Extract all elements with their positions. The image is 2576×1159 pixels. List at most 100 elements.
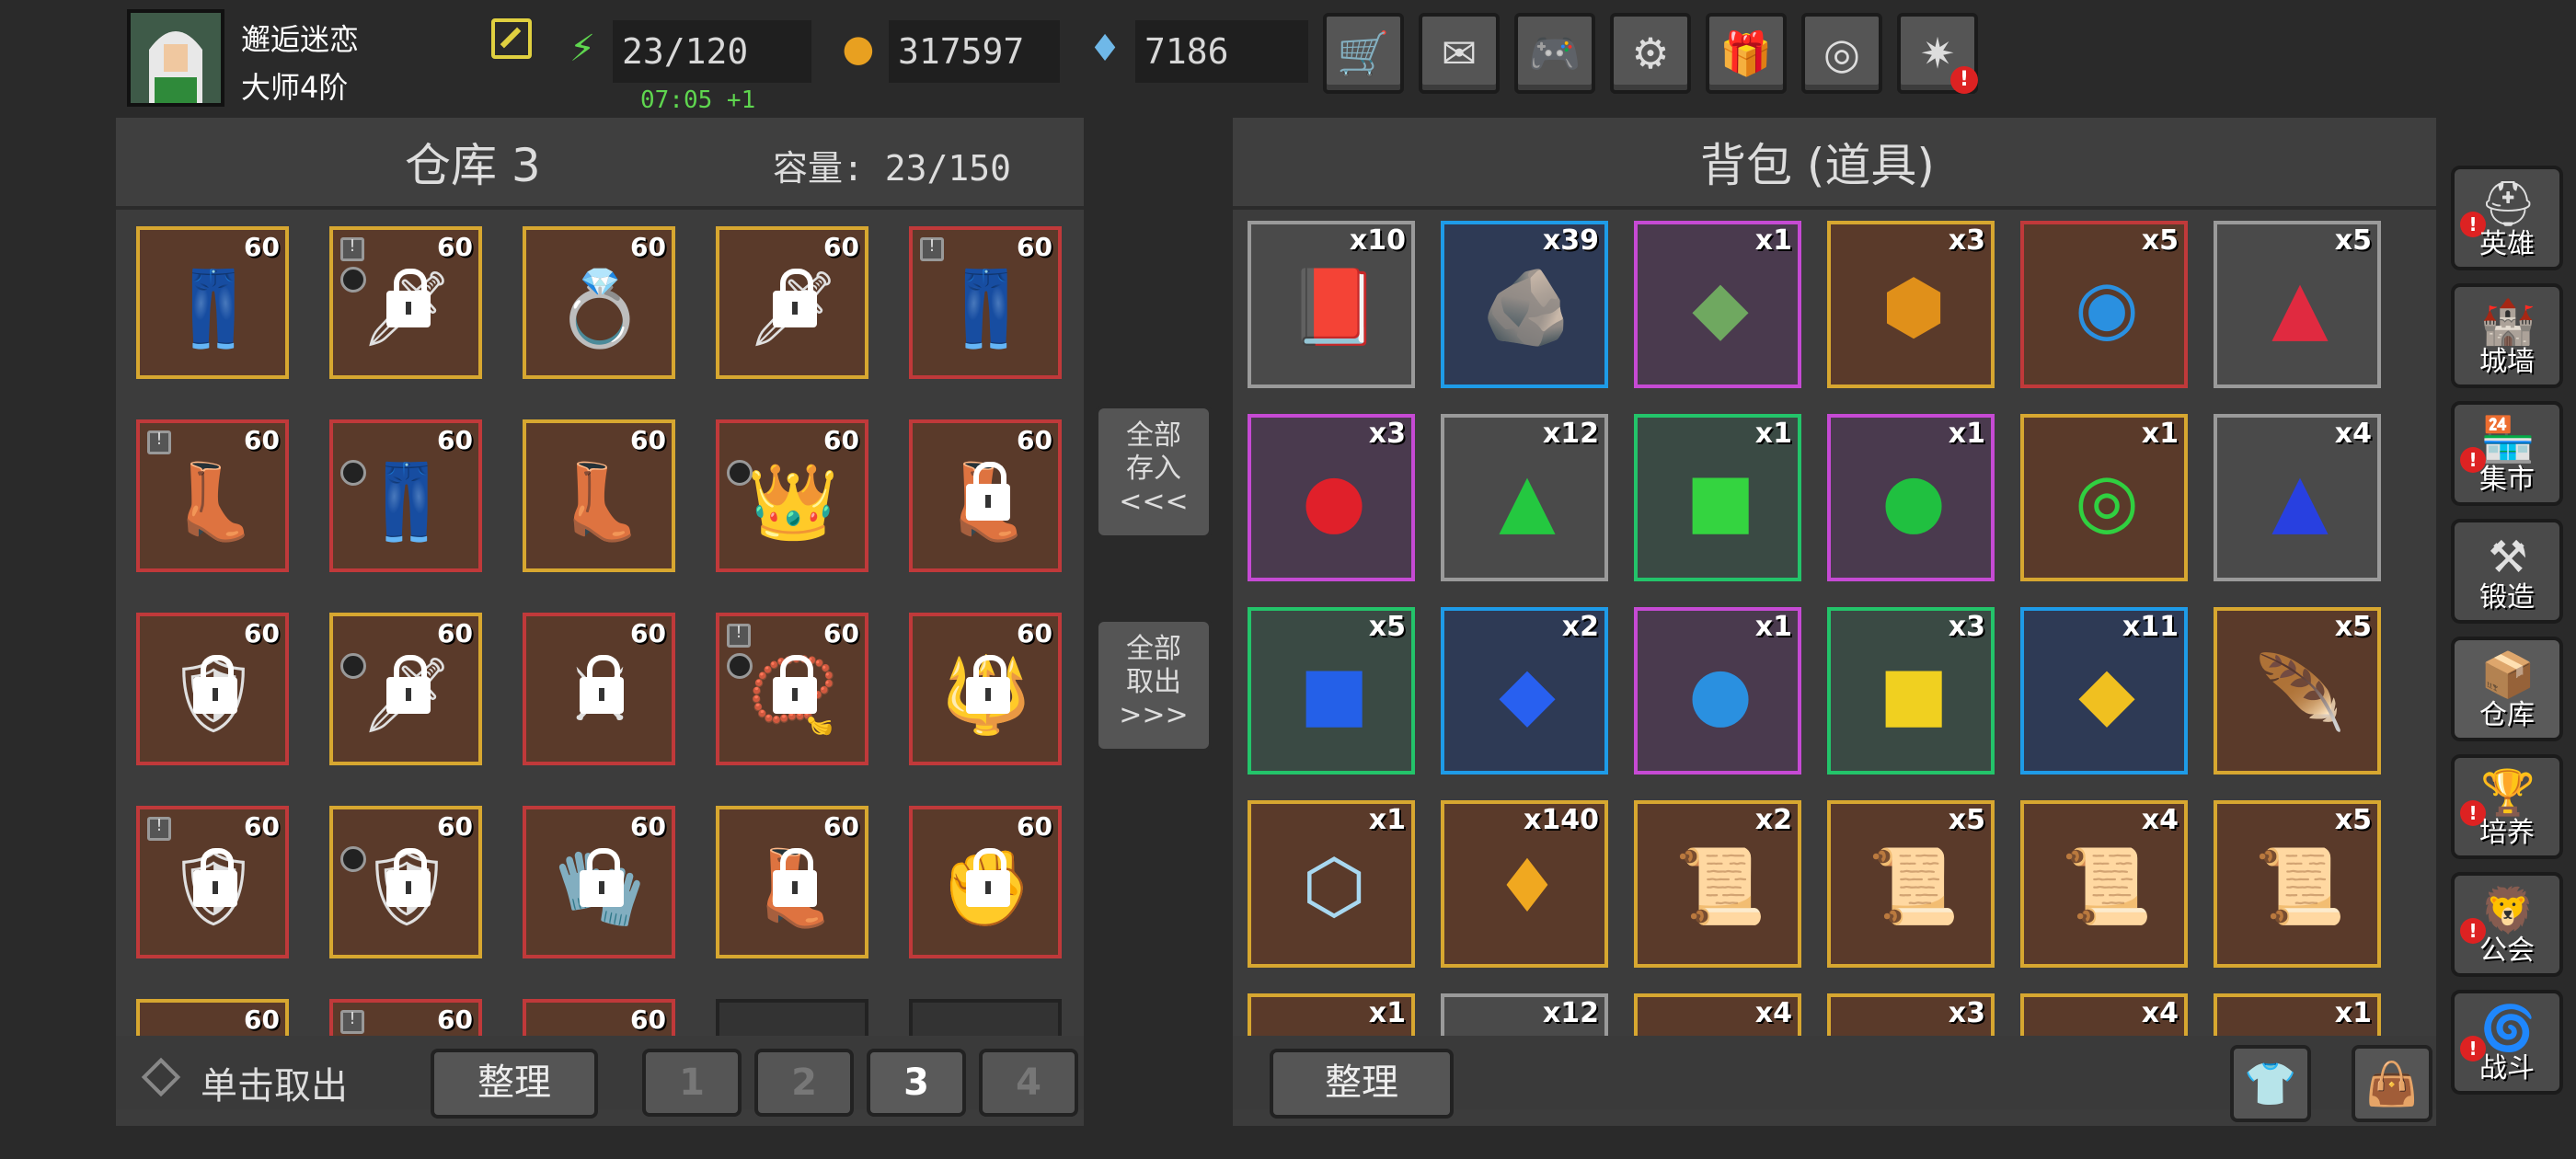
backpack-item[interactable]: ▲ x4 — [2214, 414, 2381, 581]
backpack-item[interactable]: ▲ x5 — [2214, 221, 2381, 388]
item-quantity: x4 — [2334, 418, 2372, 450]
player-rank: 大师4阶 — [241, 70, 349, 105]
warehouse-slot[interactable]: 🛡60 — [329, 999, 482, 1036]
player-avatar[interactable] — [127, 9, 224, 107]
backpack-item[interactable]: 🪶 x5 — [2214, 607, 2381, 775]
backpack-item[interactable]: 📜 x4 — [2020, 800, 2188, 968]
nav-portal-button[interactable]: 🌀! 战斗 — [2451, 990, 2563, 1095]
nav-guild-button[interactable]: 🦁! 公会 — [2451, 872, 2563, 977]
backpack-item[interactable]: ■ x3 — [1827, 607, 1995, 775]
nav-chalice-button[interactable]: 🏆! 培养 — [2451, 754, 2563, 859]
warehouse-slot[interactable] — [909, 999, 1062, 1036]
backpack-item[interactable]: x1 — [1248, 993, 1415, 1036]
backpack-sort-button[interactable]: 整理 — [1270, 1049, 1454, 1119]
backpack-item[interactable]: ▲ x12 — [1441, 414, 1608, 581]
item-level: 60 — [437, 232, 473, 262]
warehouse-slot[interactable]: 💍 60 — [523, 226, 675, 379]
nav-anvil-button[interactable]: ⚒ 锻造 — [2451, 519, 2563, 624]
warehouse-slot[interactable]: 🗡60 — [329, 226, 482, 379]
fireworks-button[interactable]: ✷! — [1897, 13, 1978, 94]
controller-button[interactable]: 🎮 — [1514, 13, 1595, 94]
equipment-filter-icon[interactable]: 👕 — [2230, 1045, 2311, 1122]
warehouse-title: 仓库 3 — [405, 139, 541, 192]
warehouse-slot[interactable]: 🛡60 — [136, 806, 289, 958]
envelope-icon: ✉ — [1441, 29, 1478, 78]
backpack-item[interactable]: ● x1 — [1827, 414, 1995, 581]
nav-warehouse-button[interactable]: 📦 仓库 — [2451, 637, 2563, 741]
backpack-item[interactable]: ● x3 — [1248, 414, 1415, 581]
backpack-item[interactable]: ♦ x140 — [1441, 800, 1608, 968]
backpack-item[interactable]: ◆ x1 — [1634, 221, 1801, 388]
camera-button[interactable]: ◎ — [1801, 13, 1882, 94]
backpack-item[interactable]: 📕 x10 — [1248, 221, 1415, 388]
nav-wall-button[interactable]: 🏰 城墙 — [2451, 283, 2563, 388]
warehouse-slot[interactable]: 👖 60 — [329, 419, 482, 572]
warehouse-slot[interactable]: 👢60 — [716, 806, 868, 958]
backpack-item[interactable]: ■ x1 — [1634, 414, 1801, 581]
backpack-item[interactable]: ◆ x2 — [1441, 607, 1608, 775]
backpack-item[interactable]: x1 — [2214, 993, 2381, 1036]
backpack-item[interactable]: 📜 x2 — [1634, 800, 1801, 968]
warehouse-slot[interactable]: ⛑60 — [136, 999, 289, 1036]
take-all-button[interactable]: 全部 取出 >>> — [1095, 618, 1213, 752]
nav-helmet-button[interactable]: ⛑! 英雄 — [2451, 166, 2563, 270]
warehouse-slot[interactable] — [716, 999, 868, 1036]
page-2-button[interactable]: 2 — [754, 1049, 854, 1117]
backpack-item[interactable]: 📜 x5 — [2214, 800, 2381, 968]
warehouse-slot[interactable]: 👢60 — [136, 419, 289, 572]
backpack-item[interactable]: x4 — [2020, 993, 2188, 1036]
edit-icon[interactable] — [491, 18, 532, 59]
warehouse-slot[interactable]: 🔱60 — [909, 613, 1062, 765]
backpack-item[interactable]: x12 — [1441, 993, 1608, 1036]
item-quantity: x1 — [1754, 224, 1792, 257]
item-quantity: x5 — [2334, 611, 2372, 643]
select-circle-icon — [340, 846, 366, 872]
warehouse-slot[interactable]: 📿60 — [716, 613, 868, 765]
backpack-item[interactable]: x3 — [1827, 993, 1995, 1036]
warehouse-slot[interactable]: 🗡60 — [716, 226, 868, 379]
deposit-all-label: 全部 存入 <<< — [1119, 419, 1189, 518]
bag-filter-icon[interactable]: 👜 — [2352, 1045, 2432, 1122]
gem-value: 7186 — [1135, 20, 1308, 83]
backpack-item[interactable]: 🪨 x39 — [1441, 221, 1608, 388]
deposit-all-button[interactable]: 全部 存入 <<< — [1095, 405, 1213, 539]
warehouse-slot[interactable]: ⚔60 — [523, 613, 675, 765]
warehouse-sort-button[interactable]: 整理 — [431, 1049, 598, 1119]
warehouse-slot[interactable]: 👢60 — [909, 419, 1062, 572]
backpack-item[interactable]: ◉ x5 — [2020, 221, 2188, 388]
warehouse-slot[interactable]: 👖 60 — [136, 226, 289, 379]
page-1-button[interactable]: 1 — [642, 1049, 742, 1117]
warehouse-slot[interactable]: 👢60 — [523, 419, 675, 572]
item-quantity: x3 — [1368, 418, 1406, 450]
warehouse-slot[interactable]: 🛡60 — [329, 806, 482, 958]
nav-market-button[interactable]: 🏪! 集市 — [2451, 401, 2563, 506]
item-quantity: x2 — [1561, 611, 1599, 643]
mail-button[interactable]: ✉ — [1419, 13, 1500, 94]
backpack-item[interactable]: ◆ x11 — [2020, 607, 2188, 775]
backpack-item[interactable]: 📜 x5 — [1827, 800, 1995, 968]
backpack-item[interactable]: ● x1 — [1634, 607, 1801, 775]
item-level: 60 — [630, 232, 666, 262]
backpack-item[interactable]: x4 — [1634, 993, 1801, 1036]
backpack-item[interactable]: ⬡ x1 — [1248, 800, 1415, 968]
warehouse-slot[interactable]: 🧤60 — [523, 806, 675, 958]
warehouse-slot[interactable]: 👑 60 — [716, 419, 868, 572]
item-quantity: x4 — [2141, 804, 2179, 836]
note-mark-icon — [147, 816, 171, 841]
item-level: 60 — [244, 425, 280, 455]
warehouse-slot[interactable]: 🛡60 — [136, 613, 289, 765]
warehouse-slot[interactable]: ✊60 — [909, 806, 1062, 958]
warehouse-slot[interactable]: 🗡60 — [329, 613, 482, 765]
settings-button[interactable]: ⚙ — [1610, 13, 1691, 94]
backpack-item[interactable]: ◎ x1 — [2020, 414, 2188, 581]
item-quantity: x3 — [1948, 611, 1985, 643]
warehouse-slot[interactable]: ⛑60 — [523, 999, 675, 1036]
warehouse-slot[interactable]: 👖 60 — [909, 226, 1062, 379]
backpack-item[interactable]: ⬢ x3 — [1827, 221, 1995, 388]
page-3-button[interactable]: 3 — [867, 1049, 966, 1117]
page-4-button[interactable]: 4 — [979, 1049, 1078, 1117]
item-level: 60 — [244, 232, 280, 262]
backpack-item[interactable]: ■ x5 — [1248, 607, 1415, 775]
gift-button[interactable]: 🎁 — [1706, 13, 1787, 94]
shop-button[interactable]: 🛒 — [1323, 13, 1404, 94]
